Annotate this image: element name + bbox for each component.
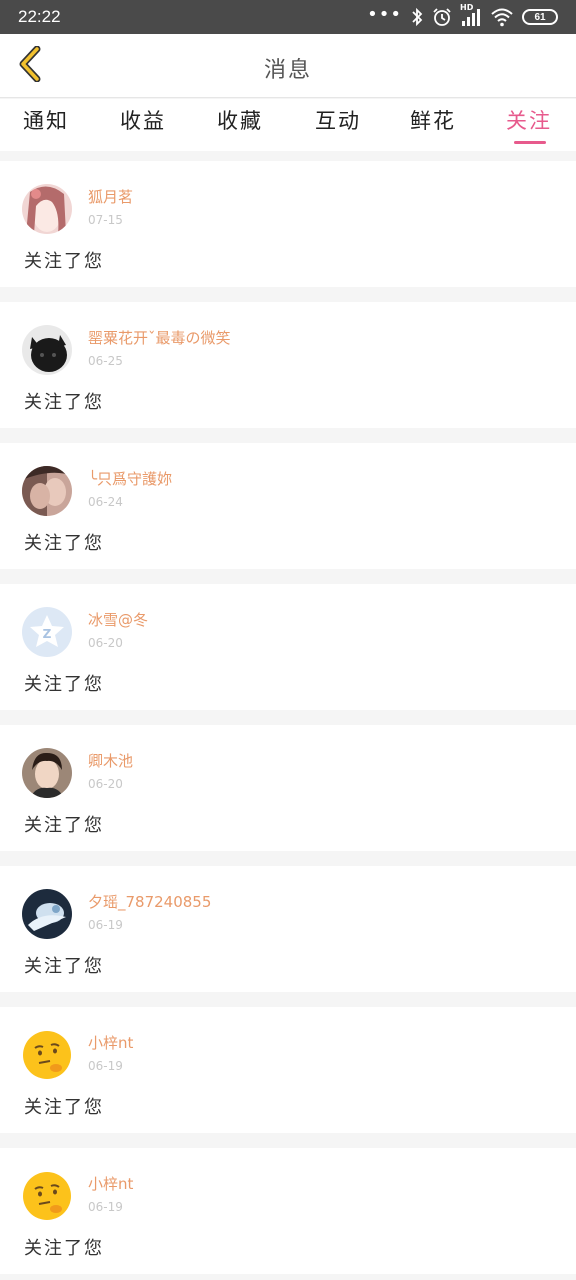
follow-message: 关注了您	[24, 392, 104, 413]
username[interactable]: 夕瑶_787240855	[88, 891, 211, 912]
avatar[interactable]: Z	[22, 607, 72, 657]
tab-label: 收藏	[217, 109, 263, 133]
app-header: 消息	[0, 34, 576, 98]
avatar[interactable]	[22, 889, 72, 939]
avatar[interactable]	[22, 1171, 72, 1221]
tab-interactions[interactable]: 互动	[303, 105, 373, 135]
follow-date: 06-20	[88, 636, 123, 650]
follow-message: 关注了您	[24, 1097, 104, 1118]
follow-date: 06-24	[88, 495, 123, 509]
battery-level: 61	[534, 11, 546, 23]
list-item[interactable]: 卿木池 06-20 关注了您	[0, 725, 576, 851]
active-tab-indicator	[514, 141, 546, 144]
tab-label: 互动	[315, 109, 361, 133]
follow-message: 关注了您	[24, 956, 104, 977]
username[interactable]: 卿木池	[88, 750, 133, 771]
list-item[interactable]: ╰只爲守護妳 06-24 关注了您	[0, 443, 576, 569]
follow-date: 06-25	[88, 354, 123, 368]
tab-notifications[interactable]: 通知	[11, 105, 81, 135]
list-item[interactable]: 小梓nt 06-19 关注了您	[0, 1007, 576, 1133]
list-item[interactable]: 小梓nt 06-19 关注了您	[0, 1148, 576, 1274]
follow-date: 06-19	[88, 1059, 123, 1073]
tab-earnings[interactable]: 收益	[108, 105, 178, 135]
avatar[interactable]	[22, 466, 72, 516]
avatar[interactable]	[22, 748, 72, 798]
follow-message: 关注了您	[24, 674, 104, 695]
wifi-icon	[490, 7, 514, 27]
follow-date: 07-15	[88, 213, 123, 227]
username[interactable]: 小梓nt	[88, 1173, 133, 1194]
list-item[interactable]: 罂粟花开ˇ最毒の微笑 06-25 关注了您	[0, 302, 576, 428]
follow-message: 关注了您	[24, 815, 104, 836]
tab-favorites[interactable]: 收藏	[205, 105, 275, 135]
tab-label: 通知	[23, 109, 69, 133]
alarm-icon	[432, 7, 452, 27]
tab-label: 鲜花	[410, 109, 456, 133]
username[interactable]: 狐月茗	[88, 186, 133, 207]
list-item[interactable]: 狐月茗 07-15 关注了您	[0, 161, 576, 287]
bluetooth-icon	[410, 7, 424, 27]
signal-icon: HD	[460, 3, 482, 27]
tab-follows[interactable]: 关注	[494, 105, 564, 144]
battery-icon: 61	[522, 9, 558, 25]
follow-message: 关注了您	[24, 533, 104, 554]
tab-label: 关注	[506, 109, 552, 133]
page-title: 消息	[263, 58, 312, 83]
username[interactable]: 小梓nt	[88, 1032, 133, 1053]
follow-date: 06-19	[88, 918, 123, 932]
follow-date: 06-20	[88, 777, 123, 791]
follow-date: 06-19	[88, 1200, 123, 1214]
tab-flowers[interactable]: 鲜花	[398, 105, 468, 135]
avatar[interactable]	[22, 1030, 72, 1080]
network-label: HD	[460, 3, 474, 12]
follow-message: 关注了您	[24, 251, 104, 272]
status-time: 22:22	[18, 7, 61, 26]
list-item[interactable]: Z 冰雪@冬 06-20 关注了您	[0, 584, 576, 710]
username[interactable]: ╰只爲守護妳	[88, 468, 172, 489]
avatar[interactable]	[22, 184, 72, 234]
avatar[interactable]	[22, 325, 72, 375]
tab-bar: 通知 收益 收藏 互动 鲜花 关注	[0, 99, 576, 151]
follow-message: 关注了您	[24, 1238, 104, 1259]
status-icons: ••• HD 61	[367, 3, 558, 28]
svg-text:Z: Z	[43, 627, 52, 641]
username[interactable]: 罂粟花开ˇ最毒の微笑	[88, 327, 231, 348]
tab-label: 收益	[120, 109, 166, 133]
list-item[interactable]: 夕瑶_787240855 06-19 关注了您	[0, 866, 576, 992]
more-dots-icon: •••	[367, 4, 402, 25]
username[interactable]: 冰雪@冬	[88, 609, 148, 630]
status-bar: 22:22 ••• HD 61	[0, 0, 576, 34]
